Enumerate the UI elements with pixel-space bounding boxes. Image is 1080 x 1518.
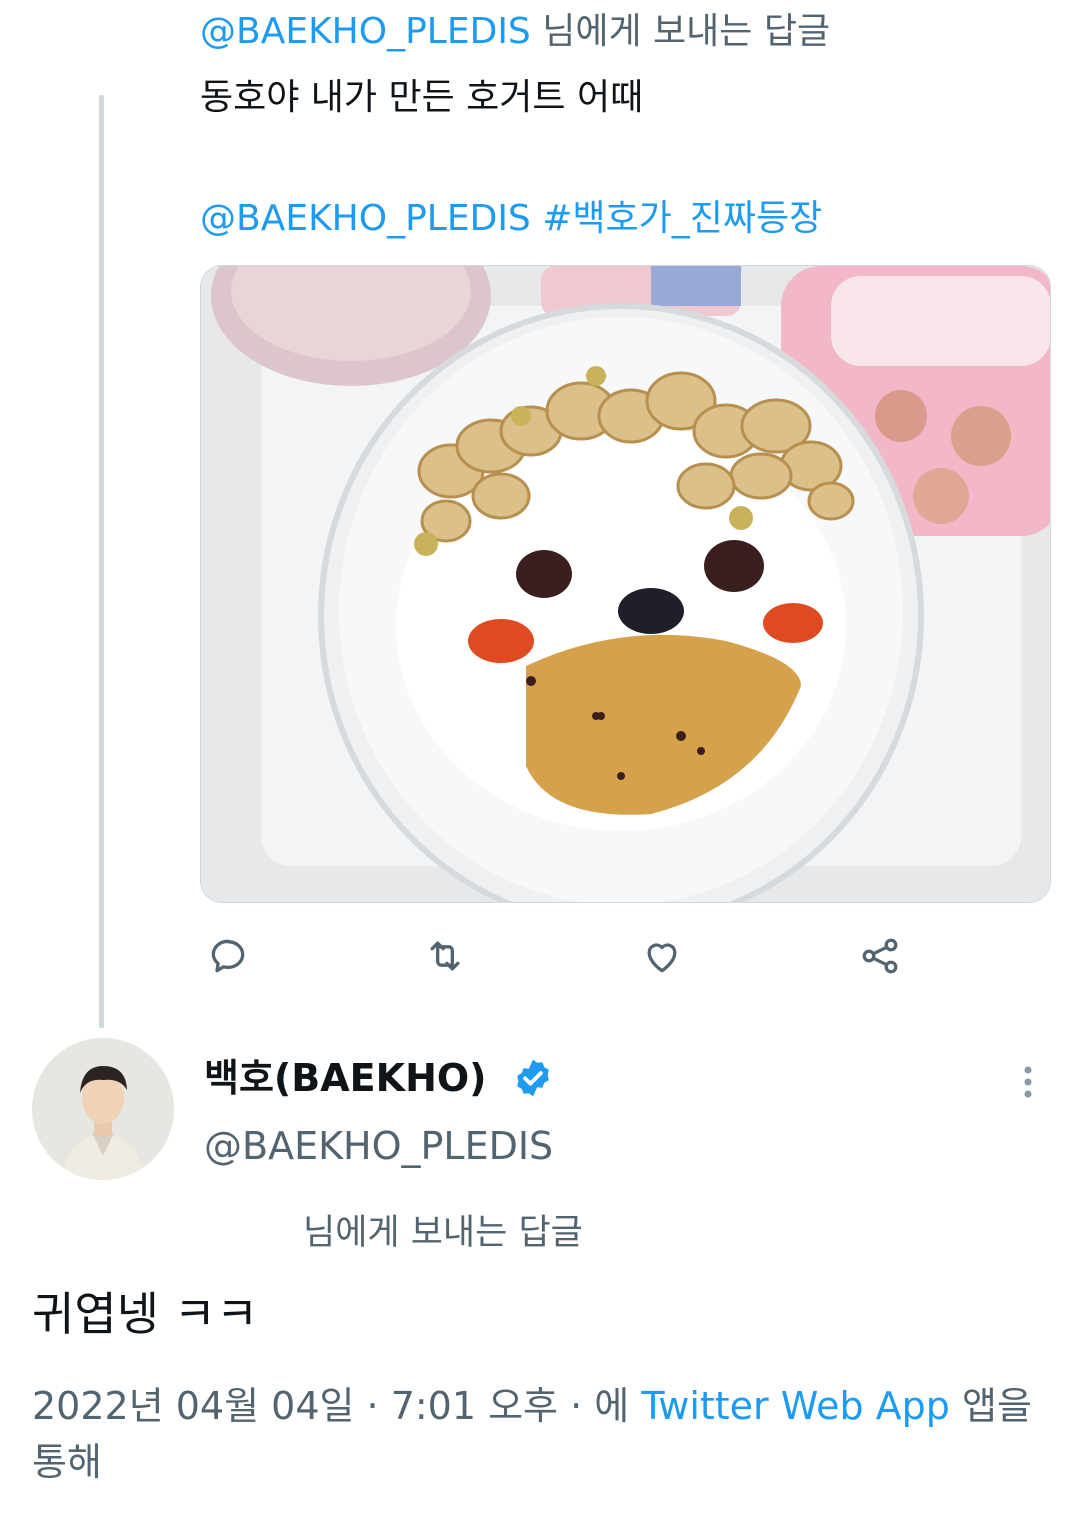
- hashtag-link[interactable]: #백호가_진짜등장: [542, 198, 822, 239]
- heart-icon: [647, 943, 677, 973]
- more-options-icon[interactable]: [1008, 1062, 1048, 1102]
- avatar[interactable]: [32, 1038, 174, 1180]
- tweet-media-image[interactable]: [200, 265, 1051, 903]
- thread-connector-line: [99, 95, 104, 1028]
- reply-tweet-text: 귀엽넹 ㅋㅋ: [32, 1287, 259, 1341]
- reply-to-label: 님에게 보내는 답글: [303, 1213, 583, 1253]
- tweet-timestamp: 2022년 04월 04일 · 7:01 오후 · 에 Twitter Web …: [32, 1378, 1032, 1490]
- source-app-link[interactable]: Twitter Web App: [641, 1384, 950, 1428]
- reply-icon: [211, 939, 245, 973]
- reply-to-line: @BAEKHO_PLEDIS 님에게 보내는 답글: [200, 6, 830, 58]
- retweet-icon: [430, 941, 460, 971]
- like-button[interactable]: [634, 928, 690, 984]
- reply-button[interactable]: [200, 928, 256, 984]
- share-button[interactable]: [852, 928, 908, 984]
- share-icon: [862, 938, 898, 974]
- reply-to-suffix: 님에게 보내는 답글: [530, 11, 831, 52]
- display-name[interactable]: 백호(BAEKHO): [204, 1050, 487, 1106]
- verified-badge-icon: [517, 1059, 549, 1097]
- parent-tweet-text: 동호야 내가 만든 호거트 어때: [200, 77, 644, 118]
- timestamp-text[interactable]: 2022년 04월 04일 · 7:01 오후 · 에: [32, 1384, 641, 1428]
- mention-link[interactable]: @BAEKHO_PLEDIS: [200, 198, 531, 239]
- user-handle[interactable]: @BAEKHO_PLEDIS: [204, 1118, 553, 1174]
- retweet-button[interactable]: [417, 928, 473, 984]
- tweet-action-bar: [200, 928, 920, 984]
- parent-tweet-tags: @BAEKHO_PLEDIS #백호가_진짜등장: [200, 193, 822, 245]
- reply-to-mention-link[interactable]: @BAEKHO_PLEDIS: [200, 11, 531, 52]
